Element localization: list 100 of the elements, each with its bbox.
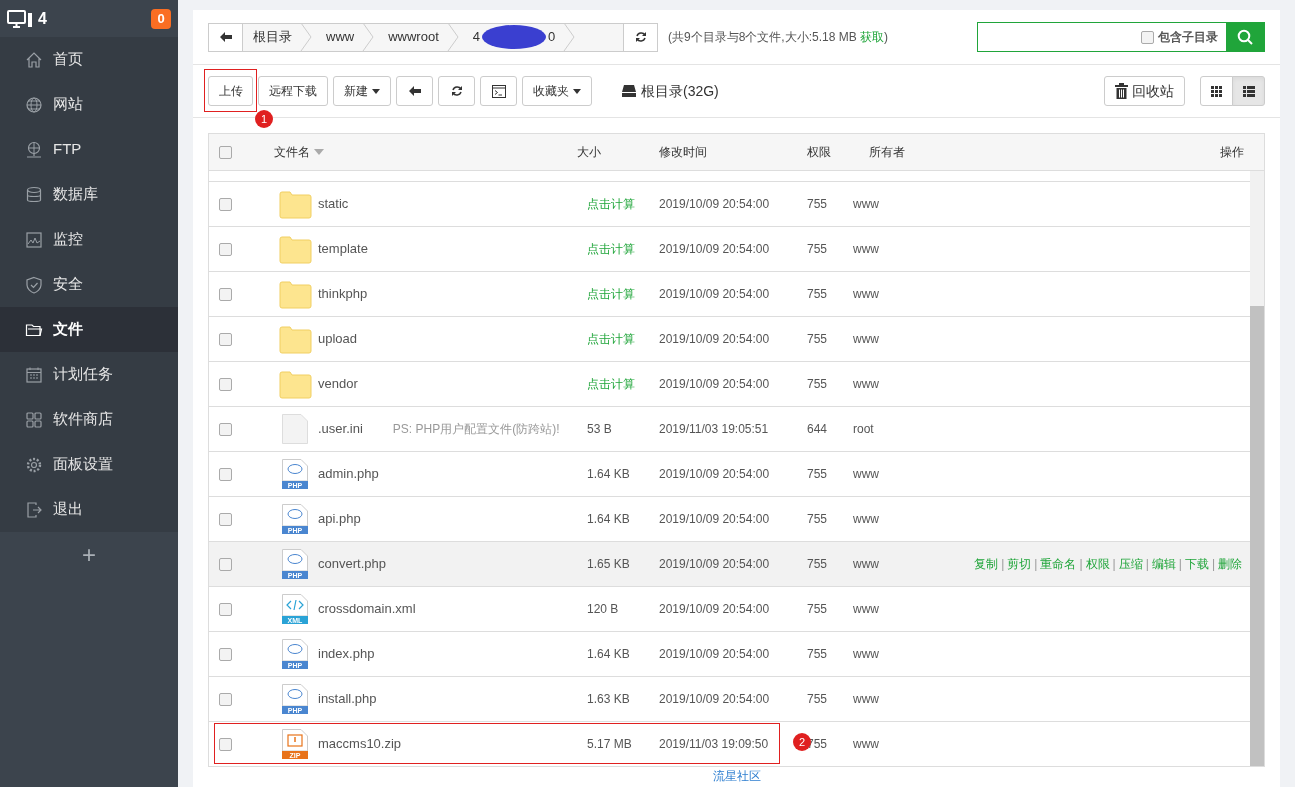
breadcrumb-item[interactable]: wwwroot: [388, 27, 439, 47]
row-checkbox[interactable]: [219, 287, 232, 301]
sidebar-item[interactable]: 首页: [0, 37, 178, 82]
separator: |: [1145, 556, 1149, 573]
row-checkbox[interactable]: [219, 242, 232, 256]
modified-time: 2019/10/09 20:54:00: [659, 242, 770, 256]
sidebar-item[interactable]: 计划任务: [0, 352, 178, 397]
row-checkbox[interactable]: [219, 197, 232, 211]
footer-link[interactable]: 流星社区: [712, 769, 761, 783]
row-checkbox[interactable]: [219, 647, 232, 661]
breadcrumb-item[interactable]: 4: [472, 27, 480, 47]
back-button[interactable]: [209, 23, 243, 51]
column-header[interactable]: 文件名: [274, 143, 310, 161]
search-icon: [1237, 29, 1253, 45]
column-header[interactable]: 所有者: [869, 143, 905, 161]
row-checkbox[interactable]: [219, 467, 232, 481]
file-name[interactable]: thinkphp: [318, 284, 368, 304]
separator: |: [1001, 556, 1005, 573]
dropdown-button[interactable]: 收藏夹: [522, 76, 592, 106]
breadcrumb-item[interactable]: 0: [548, 27, 556, 47]
search-field[interactable]: 包含子目录: [977, 22, 1265, 52]
include-subdirectories-label: 包含子目录: [1158, 29, 1218, 46]
annotation-highlight: [204, 69, 257, 112]
breadcrumb-item[interactable]: 根目录: [253, 27, 292, 47]
row-checkbox[interactable]: [219, 332, 232, 346]
row-checkbox[interactable]: [219, 512, 232, 526]
add-button[interactable]: +: [0, 532, 178, 577]
arrow-left-icon: [408, 86, 421, 96]
folder-icon: [278, 279, 312, 309]
file-name[interactable]: install.php: [318, 689, 377, 709]
settings-icon: [25, 455, 43, 474]
file-name[interactable]: template: [318, 239, 368, 259]
caret-down-icon: [573, 88, 581, 94]
refresh-icon: [634, 31, 647, 43]
sidebar-item[interactable]: 退出: [0, 487, 178, 532]
file-name[interactable]: upload: [318, 329, 358, 349]
permission: 644: [807, 422, 828, 436]
column-header[interactable]: 权限: [807, 143, 831, 161]
sidebar-item[interactable]: 网站: [0, 82, 178, 127]
sidebar-item[interactable]: 面板设置: [0, 442, 178, 487]
row-checkbox[interactable]: [219, 377, 232, 391]
select-all-checkbox[interactable]: [219, 145, 232, 159]
sidebar-item[interactable]: 安全: [0, 262, 178, 307]
file-name[interactable]: admin.php: [318, 464, 379, 484]
refresh-button[interactable]: [623, 23, 657, 51]
row-checkbox[interactable]: [219, 737, 232, 751]
file-size: 1.64 KB: [587, 512, 630, 526]
row-checkbox[interactable]: [219, 422, 232, 436]
permission: 755: [807, 692, 828, 706]
folder-icon: [278, 189, 312, 219]
sidebar-item[interactable]: FTP: [0, 127, 178, 172]
file-name[interactable]: maccms10.zip: [318, 734, 402, 754]
chart-icon: [25, 230, 43, 249]
permission: 755: [807, 377, 828, 391]
row-checkbox[interactable]: [219, 602, 232, 616]
disk-label[interactable]: 根目录(32G): [641, 80, 719, 102]
modified-time: 2019/10/09 20:54:00: [659, 377, 770, 391]
sidebar-item[interactable]: 数据库: [0, 172, 178, 217]
recycle-bin-button[interactable]: 回收站: [1104, 76, 1185, 106]
breadcrumb-item[interactable]: www: [326, 27, 355, 47]
file-name[interactable]: vendor: [318, 374, 358, 394]
sidebar-item[interactable]: 软件商店: [0, 397, 178, 442]
dropdown-button[interactable]: 新建: [333, 76, 391, 106]
column-header[interactable]: 大小: [577, 143, 601, 161]
terminal-button[interactable]: [480, 76, 517, 106]
modified-time: 2019/10/09 20:54:00: [659, 692, 770, 706]
file-name[interactable]: crossdomain.xml: [318, 599, 416, 619]
row-checkbox[interactable]: [219, 692, 232, 706]
row-checkbox[interactable]: [219, 557, 232, 571]
column-header[interactable]: 操作: [1220, 143, 1244, 161]
toolbar-button[interactable]: 远程下载: [258, 76, 328, 106]
file-size: 1.63 KB: [587, 692, 630, 706]
file-name[interactable]: .user.ini: [318, 419, 363, 439]
scrollbar[interactable]: [1250, 171, 1264, 766]
file-name[interactable]: api.php: [318, 509, 361, 529]
sidebar-item[interactable]: 监控: [0, 217, 178, 262]
refresh-button[interactable]: [438, 76, 475, 106]
checkbox[interactable]: [1141, 30, 1154, 44]
owner: www: [853, 197, 879, 211]
separator: |: [1079, 556, 1083, 573]
arrow-left-icon: [219, 32, 232, 42]
column-header[interactable]: 修改时间: [659, 143, 707, 161]
file-size: 53 B: [587, 422, 612, 436]
permission: 755: [807, 332, 828, 346]
owner: www: [853, 512, 879, 526]
permission: 755: [807, 512, 828, 526]
owner: www: [853, 557, 879, 571]
sidebar-item[interactable]: 文件: [0, 307, 178, 352]
toolbar-button[interactable]: 上传: [208, 76, 253, 106]
permission: 755: [807, 557, 828, 571]
back-button[interactable]: [396, 76, 433, 106]
owner: www: [853, 332, 879, 346]
file-name[interactable]: convert.php: [318, 554, 386, 574]
grid-view-button[interactable]: [1200, 76, 1233, 106]
file-name[interactable]: static: [318, 194, 349, 214]
search-button[interactable]: [1226, 23, 1264, 51]
list-view-button[interactable]: [1232, 76, 1265, 106]
file-name[interactable]: index.php: [318, 644, 375, 664]
modified-time: 2019/10/09 20:54:00: [659, 332, 770, 346]
modified-time: 2019/10/09 20:54:00: [659, 467, 770, 481]
